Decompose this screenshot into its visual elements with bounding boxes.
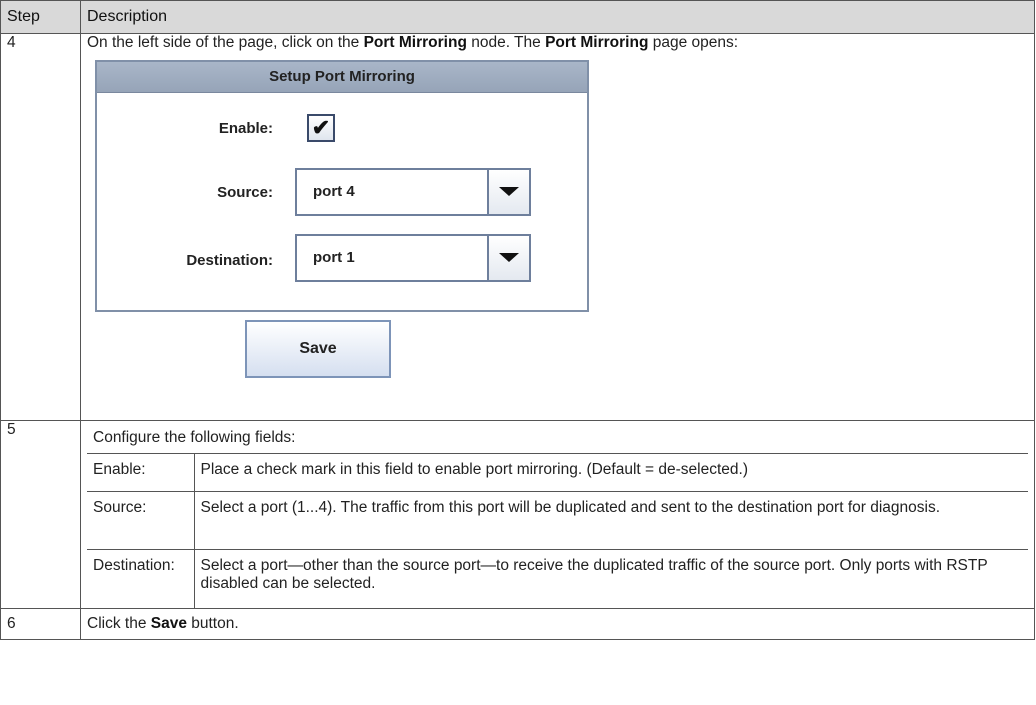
- table-header-row: Step Description: [0, 0, 1035, 34]
- step-number: 5: [0, 420, 81, 609]
- step-number: 4: [0, 33, 81, 421]
- panel-title: Setup Port Mirroring: [97, 62, 587, 93]
- field-description: Place a check mark in this field to enab…: [193, 453, 1028, 492]
- field-row: Enable: Place a check mark in this field…: [87, 453, 1028, 492]
- instruction-text: Click the: [87, 614, 151, 632]
- chevron-down-icon: [499, 187, 519, 196]
- header-step: Step: [0, 0, 81, 34]
- table-row: 4 On the left side of the page, click on…: [0, 33, 1035, 421]
- destination-dropdown-button[interactable]: [487, 236, 529, 280]
- table-row: 6 Click the Save button.: [0, 607, 1035, 640]
- step-description: Configure the following fields: Enable: …: [80, 420, 1035, 609]
- field-description: Select a port (1...4). The traffic from …: [193, 491, 1028, 550]
- step-number: 6: [0, 607, 81, 640]
- destination-label: Destination:: [186, 252, 273, 269]
- screenshot-figure: Setup Port Mirroring Enable: ✔ Source: p…: [87, 52, 1028, 420]
- source-label: Source:: [217, 184, 273, 201]
- field-row: Source: Select a port (1...4). The traff…: [87, 491, 1028, 550]
- field-description: Select a port—other than the source port…: [193, 549, 1028, 608]
- header-description: Description: [80, 0, 1035, 34]
- steps-table: Step Description 4 On the left side of t…: [0, 0, 1035, 640]
- step-instruction: Configure the following fields:: [93, 429, 296, 446]
- instruction-text: page opens:: [648, 34, 739, 51]
- source-dropdown-button[interactable]: [487, 170, 529, 214]
- chevron-down-icon: [499, 253, 519, 262]
- enable-label: Enable:: [218, 120, 273, 137]
- field-row: Destination: Select a port—other than th…: [87, 549, 1028, 608]
- step-instruction: On the left side of the page, click on t…: [87, 34, 1028, 52]
- source-select[interactable]: port 4: [295, 168, 531, 216]
- table-row: 5 Configure the following fields: Enable…: [0, 420, 1035, 609]
- instruction-text: button.: [186, 614, 239, 632]
- step-description: Click the Save button.: [80, 607, 1035, 640]
- destination-select[interactable]: port 1: [295, 234, 531, 282]
- instruction-text: On the left side of the page, click on t…: [87, 34, 364, 51]
- fields-table: Enable: Place a check mark in this field…: [87, 453, 1028, 608]
- instruction-bold: Save: [150, 614, 187, 632]
- field-name: Enable:: [87, 453, 195, 492]
- destination-value: port 1: [313, 249, 355, 266]
- instruction-bold: Port Mirroring: [545, 34, 649, 51]
- instruction-bold: Port Mirroring: [363, 34, 467, 51]
- instruction-text: node. The: [466, 34, 546, 51]
- enable-checkbox[interactable]: ✔: [307, 114, 335, 142]
- setup-port-mirroring-panel: Setup Port Mirroring Enable: ✔ Source: p…: [95, 60, 589, 312]
- save-button[interactable]: Save: [245, 320, 391, 378]
- source-value: port 4: [313, 183, 355, 200]
- step-description: On the left side of the page, click on t…: [80, 33, 1035, 421]
- field-name: Source:: [87, 491, 195, 550]
- field-name: Destination:: [87, 549, 195, 608]
